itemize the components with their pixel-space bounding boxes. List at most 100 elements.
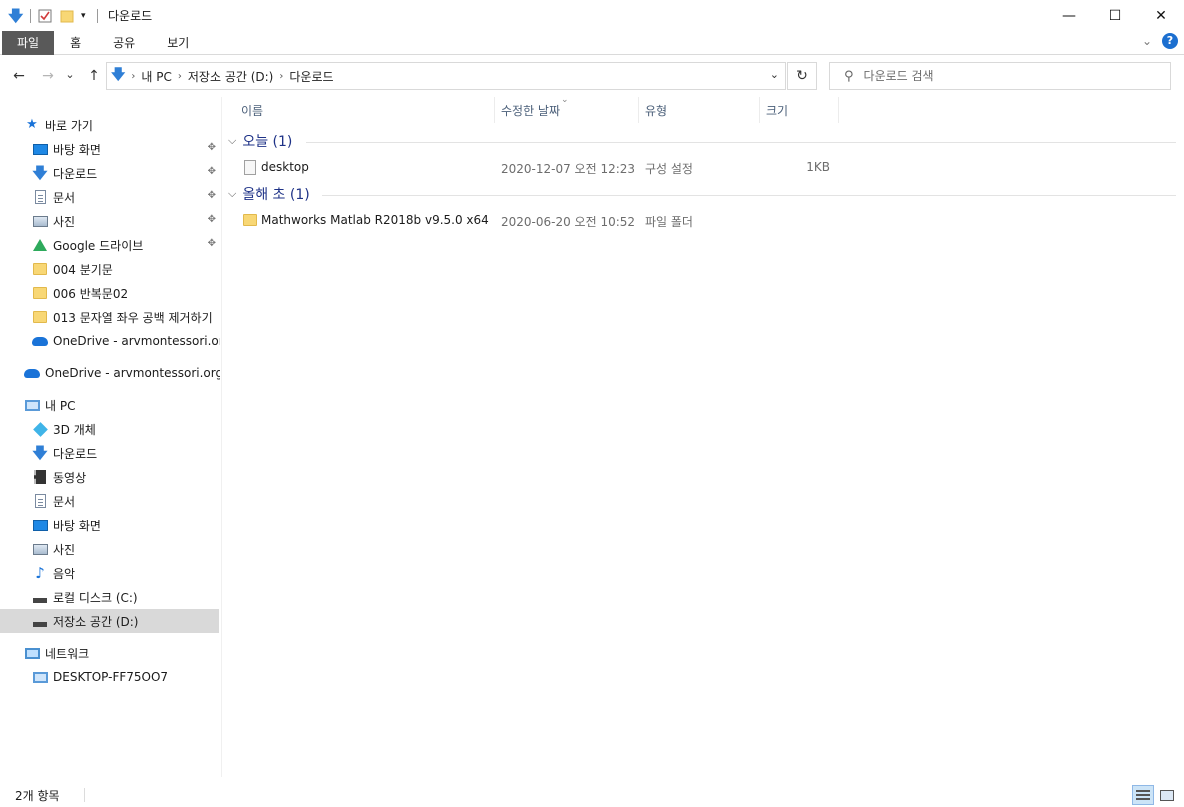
address-bar[interactable]: 🡇 › 내 PC › 저장소 공간 (D:) › 다운로드 ⌄ [106, 62, 786, 90]
sidebar-item-desktop-computer[interactable]: DESKTOP-FF75OO7 [32, 665, 220, 689]
sidebar-item-music[interactable]: ♪ 음악 [32, 561, 220, 585]
folder-icon [32, 285, 48, 301]
sidebar-item-local-disk-c[interactable]: 로컬 디스크 (C:) [32, 585, 220, 609]
sidebar-item-pc-documents[interactable]: 문서 [32, 489, 220, 513]
onedrive-icon [24, 365, 40, 381]
sort-down-icon: ⌄ [561, 95, 569, 105]
pin-icon[interactable]: ✥ [208, 214, 216, 225]
sidebar-item-documents[interactable]: 문서 ✥ [32, 185, 220, 209]
chevron-down-icon[interactable]: ⌄ [1142, 34, 1152, 48]
address-dropdown-icon[interactable]: ⌄ [770, 68, 779, 81]
status-divider [83, 788, 85, 802]
search-box[interactable]: ⚲ [829, 62, 1171, 90]
file-date: 2020-12-07 오전 12:23 [501, 162, 636, 176]
sidebar-item-pc-downloads[interactable]: 🡇 다운로드 [32, 441, 220, 465]
item-count: 2개 항목 [15, 788, 60, 803]
sidebar-item-videos[interactable]: 동영상 [32, 465, 220, 489]
sidebar-item-onedrive[interactable]: OneDrive - arvmontessori.org [24, 361, 220, 385]
documents-icon [32, 189, 48, 205]
sidebar-item-folder-006[interactable]: 006 반복문02 [32, 281, 220, 305]
pin-icon[interactable]: ✥ [208, 166, 216, 177]
column-header-size[interactable]: 크기 [760, 97, 839, 123]
sidebar-item-label: 저장소 공간 (D:) [53, 614, 139, 629]
pin-icon[interactable]: ✥ [208, 238, 216, 249]
breadcrumb-separator[interactable]: › [131, 71, 135, 82]
down-arrow-icon[interactable]: 🡇 [8, 8, 24, 24]
large-icons-view-button[interactable] [1156, 785, 1178, 805]
breadcrumb-storage-d[interactable]: 저장소 공간 (D:) [188, 68, 273, 85]
sidebar-item-folder-013[interactable]: 013 문자열 좌우 공백 제거하기 [32, 305, 220, 329]
address-row: ← → ⌄ ↑ 🡇 › 내 PC › 저장소 공간 (D:) › 다운로드 ⌄ … [0, 56, 1184, 96]
refresh-button[interactable]: ↻ [787, 62, 817, 90]
chevron-down-icon: ⌵ [228, 134, 237, 147]
tab-view[interactable]: 보기 [151, 31, 205, 55]
sidebar-item-desktop[interactable]: 바탕 화면 ✥ [32, 137, 220, 161]
sidebar-item-folder-004[interactable]: 004 분기문 [32, 257, 220, 281]
group-header-today[interactable]: ⌵ 오늘 (1) [228, 131, 292, 151]
sidebar-item-label: 사진 [53, 214, 76, 229]
config-file-icon [242, 159, 258, 175]
breadcrumb-separator[interactable]: › [178, 71, 182, 82]
tab-share[interactable]: 공유 [97, 31, 151, 55]
sidebar-item-downloads[interactable]: 🡇 다운로드 ✥ [32, 161, 220, 185]
search-input[interactable] [863, 69, 1144, 83]
ribbon-right-controls: ⌄ ? [1142, 33, 1178, 49]
sidebar-item-pc-desktop[interactable]: 바탕 화면 [32, 513, 220, 537]
tab-file[interactable]: 파일 [2, 30, 55, 55]
details-view-icon [1136, 790, 1150, 800]
column-name-label: 이름 [241, 103, 264, 118]
breadcrumb-this-pc[interactable]: 내 PC [141, 68, 171, 85]
column-header-date[interactable]: 수정한 날짜 ⌄ [495, 95, 639, 123]
pictures-icon [32, 541, 48, 557]
properties-icon[interactable] [37, 8, 53, 24]
sidebar-item-3d-objects[interactable]: 3D 개체 [32, 417, 220, 441]
customize-dropdown-icon[interactable]: ▾ [81, 8, 91, 24]
sidebar-item-label: 013 문자열 좌우 공백 제거하기 [53, 310, 213, 325]
3d-objects-icon [32, 421, 48, 437]
quick-access-header[interactable]: ★ 바로 가기 [24, 113, 220, 137]
file-type: 구성 설정 [645, 162, 693, 176]
details-view-button[interactable] [1132, 785, 1154, 805]
pin-icon[interactable]: ✥ [208, 190, 216, 201]
tab-home[interactable]: 홈 [54, 31, 97, 55]
column-type-label: 유형 [645, 103, 668, 118]
sidebar-item-label: 다운로드 [53, 446, 98, 461]
recent-locations-button[interactable]: ⌄ [62, 63, 78, 85]
documents-icon [32, 493, 48, 509]
breadcrumb-downloads[interactable]: 다운로드 [289, 68, 333, 85]
file-name: desktop [261, 160, 309, 174]
file-name: Mathworks Matlab R2018b v9.5.0 x64 ... [261, 213, 493, 227]
sidebar-item-onedrive-quick[interactable]: OneDrive - arvmontessori.org [32, 329, 220, 353]
sidebar-item-google-drive[interactable]: Google 드라이브 ✥ [32, 233, 220, 257]
column-header-type[interactable]: 유형 [639, 97, 760, 123]
group-label: 오늘 (1) [242, 134, 293, 150]
onedrive-icon [32, 333, 48, 349]
breadcrumb-separator[interactable]: › [279, 71, 283, 82]
sidebar-item-pictures[interactable]: 사진 ✥ [32, 209, 220, 233]
google-drive-icon [32, 237, 48, 253]
search-icon: ⚲ [844, 68, 854, 84]
sidebar-item-label: Google 드라이브 [53, 238, 144, 253]
pin-icon[interactable]: ✥ [208, 142, 216, 153]
file-row-matlab-folder[interactable]: Mathworks Matlab R2018b v9.5.0 x64 ... 2… [236, 209, 836, 231]
new-folder-icon[interactable] [59, 8, 75, 24]
maximize-button[interactable]: ☐ [1092, 0, 1138, 31]
title-divider [97, 8, 98, 23]
sidebar-item-label: 바탕 화면 [53, 518, 101, 533]
sidebar-item-this-pc[interactable]: 내 PC [24, 393, 220, 417]
column-header-name[interactable]: 이름 [235, 97, 495, 123]
up-button[interactable]: ↑ [83, 65, 105, 87]
this-pc-icon [24, 397, 40, 413]
close-button[interactable]: ✕ [1138, 0, 1184, 31]
sidebar-item-label: 문서 [53, 494, 76, 509]
sidebar-item-network[interactable]: 네트워크 [24, 641, 220, 665]
sidebar-item-storage-d[interactable]: 저장소 공간 (D:) [0, 609, 219, 633]
back-button[interactable]: ← [8, 65, 30, 87]
group-header-earlier-this-year[interactable]: ⌵ 올해 초 (1) [228, 184, 310, 204]
minimize-button[interactable]: — [1046, 0, 1092, 31]
file-row-desktop[interactable]: desktop 2020-12-07 오전 12:23 구성 설정 1KB [236, 156, 836, 178]
sidebar-item-pc-pictures[interactable]: 사진 [32, 537, 220, 561]
forward-button[interactable]: → [37, 65, 59, 87]
sidebar-item-label: OneDrive - arvmontessori.org [45, 366, 220, 380]
help-icon[interactable]: ? [1162, 33, 1178, 49]
